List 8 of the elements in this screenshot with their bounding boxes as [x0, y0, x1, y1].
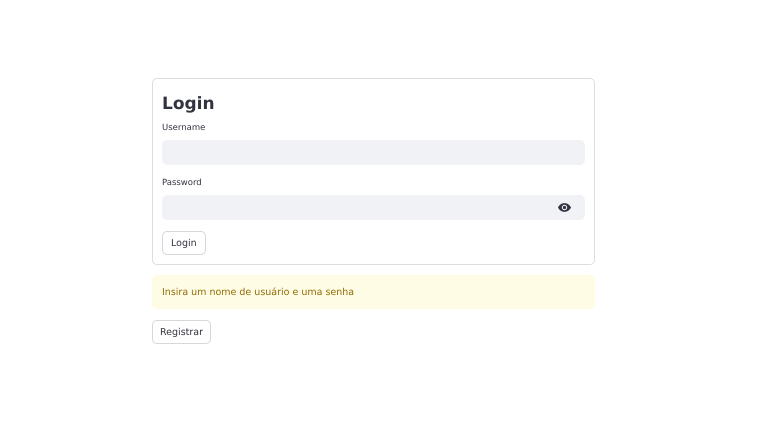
register-button[interactable]: Registrar: [152, 320, 211, 344]
field-label: Username: [162, 123, 206, 134]
password-field[interactable]: [162, 195, 585, 220]
login-button[interactable]: Login: [162, 231, 206, 255]
form-title: Login: [162, 93, 215, 115]
eye-icon[interactable]: [558, 203, 571, 212]
field-label: Password: [162, 178, 202, 189]
warning-message: Insira um nome de usuário e uma senha: [152, 275, 595, 309]
